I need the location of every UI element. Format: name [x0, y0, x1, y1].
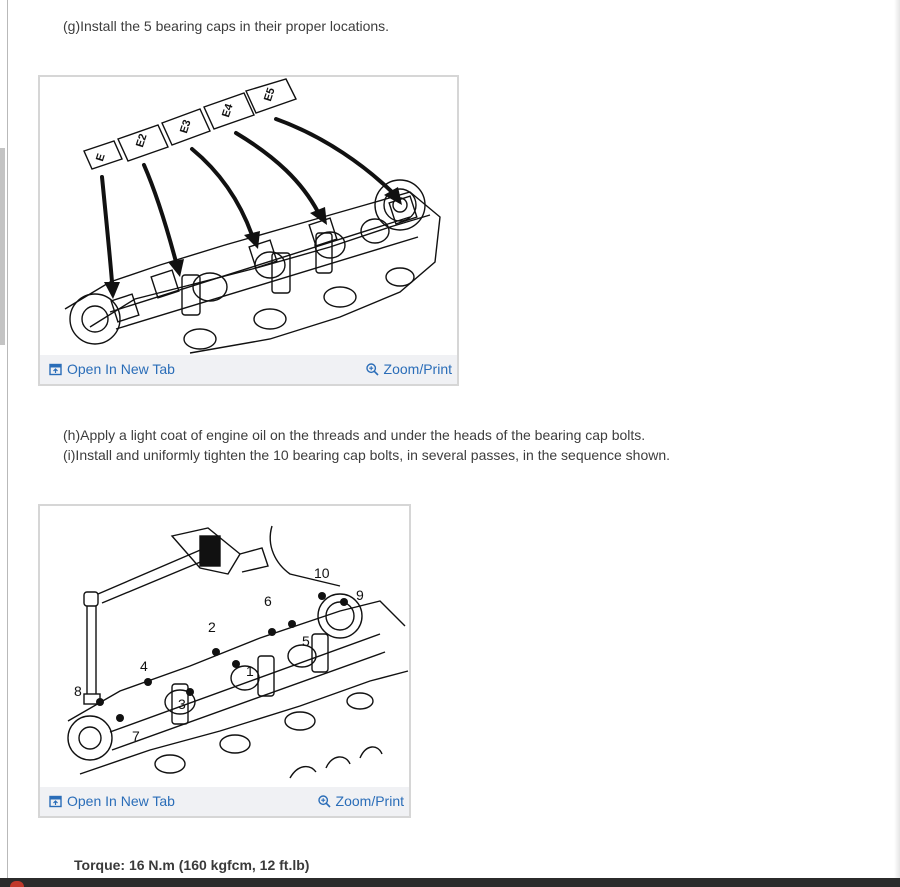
left-divider — [7, 0, 8, 878]
bolt-number-7: 7 — [132, 728, 140, 744]
bolt-number-1: 1 — [246, 663, 254, 679]
open-new-tab-icon — [49, 795, 62, 807]
bolt-number-5: 5 — [302, 633, 310, 649]
bolt-number-6: 6 — [264, 593, 272, 609]
bolt-sequence-illustration: 1 2 3 4 5 6 7 8 9 10 — [67, 525, 409, 779]
step-h-text: (h)Apply a light coat of engine oil on t… — [63, 427, 646, 443]
taskbar-app-icon[interactable] — [10, 881, 24, 887]
step-i-text: (i)Install and uniformly tighten the 10 … — [63, 447, 671, 463]
step-g-text: (g)Install the 5 bearing caps in their p… — [63, 18, 390, 34]
open-new-tab-label: Open In New Tab — [67, 361, 175, 377]
figure-bearing-caps: E E2 E3 E4 E5 Open In New Tab Zoom/Print — [38, 75, 459, 386]
figure-2-caption-bar: Open In New Tab Zoom/Print — [40, 787, 409, 816]
bolt-number-4: 4 — [140, 658, 148, 674]
bolt-number-3: 3 — [178, 696, 186, 712]
scrollbar-thumb[interactable] — [0, 148, 5, 345]
bolt-number-8: 8 — [74, 683, 82, 699]
figure-1-caption-bar: Open In New Tab Zoom/Print — [40, 355, 457, 384]
open-new-tab-link-2[interactable]: Open In New Tab — [49, 793, 175, 809]
zoom-in-icon — [317, 794, 331, 808]
bolt-number-2: 2 — [208, 619, 216, 635]
open-new-tab-icon — [49, 363, 62, 375]
zoom-print-link-2[interactable]: Zoom/Print — [317, 793, 404, 809]
zoom-print-label: Zoom/Print — [383, 361, 452, 377]
open-new-tab-link[interactable]: Open In New Tab — [49, 361, 175, 377]
zoom-in-icon — [365, 362, 379, 376]
open-new-tab-label: Open In New Tab — [67, 793, 175, 809]
bolt-sequence-diagram[interactable]: 1 2 3 4 5 6 7 8 9 10 — [40, 506, 409, 787]
bearing-caps-diagram[interactable]: E E2 E3 E4 E5 — [40, 77, 457, 355]
torque-spec: Torque: 16 N.m (160 kgfcm, 12 ft.lb) — [74, 857, 310, 873]
zoom-print-link[interactable]: Zoom/Print — [365, 361, 452, 377]
figure-bolt-sequence: 1 2 3 4 5 6 7 8 9 10 Open In New Tab Zoo… — [38, 504, 411, 818]
bottom-taskbar — [0, 878, 900, 887]
zoom-print-label: Zoom/Print — [335, 793, 404, 809]
right-edge-shadow — [894, 0, 900, 878]
bearing-caps-illustration: E E2 E3 E4 E5 — [64, 78, 441, 354]
bolt-number-9: 9 — [356, 587, 364, 603]
bolt-number-10: 10 — [314, 565, 330, 581]
